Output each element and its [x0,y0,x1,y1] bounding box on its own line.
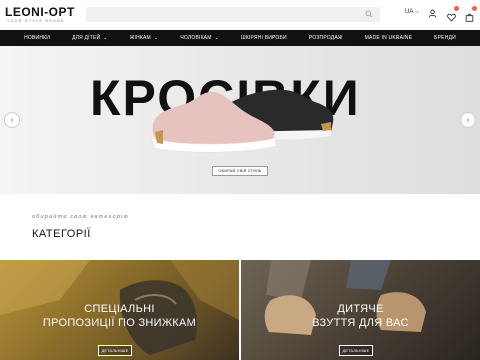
nav-label: ЖІНКАМ [129,35,151,41]
nav-item-brands[interactable]: БРЕНДИ [434,35,456,41]
nav-item-kids[interactable]: ДЛЯ ДІТЕЙ ⌄ [72,35,108,41]
categories-title: КАТЕГОРІЇ [32,228,91,240]
tile-line-2: ПРОПОЗИЦІЇ ПО ЗНИЖКАМ [42,317,197,329]
logo-text: LEONI-OPT [5,5,75,19]
nav-label: РОЗПРОДАЖ [308,35,343,41]
nav-item-leather[interactable]: ШКІРЯНІ ВИРОБИ [241,35,287,41]
nav-label: ЧОЛОВІКАМ [180,35,212,41]
nav-item-women[interactable]: ЖІНКАМ ⌄ [130,35,159,41]
nav-label: БРЕНДИ [434,35,456,41]
hero-cta-button[interactable]: ОБИРАЙ СВІЙ СТИЛЬ [212,166,268,176]
sneakers-image [150,89,334,153]
site-header: LEONI-OPT YOUR STYLE BRAND UA ⌵ [0,0,480,30]
hero-next-button[interactable]: › [460,112,476,128]
tile-line-1: СПЕЦІАЛЬНІ [84,303,155,315]
main-nav: НОВИНКИ ДЛЯ ДІТЕЙ ⌄ ЖІНКАМ ⌄ ЧОЛОВІКАМ ⌄ ШК… [0,30,480,46]
chevron-down-icon: ⌄ [214,35,219,41]
language-label: UA [405,9,414,15]
nav-item-sale[interactable]: РОЗПРОДАЖ [309,35,343,41]
wishlist-button[interactable] [447,6,459,22]
heart-icon [447,13,456,22]
tile-line-1: ДИТЯЧЕ [337,303,384,315]
language-selector[interactable]: UA ⌵ [405,9,419,15]
search-input[interactable] [86,7,380,22]
chevron-left-icon: ‹ [10,116,14,124]
hero-banner: КРОСІВКИ ‹ › ОБИРАЙ СВІЙ СТИЛЬ [0,46,480,194]
hero-prev-button[interactable]: ‹ [4,112,20,128]
search-icon[interactable] [365,10,373,18]
cart-badge [472,6,477,11]
nav-item-new[interactable]: НОВИНКИ [24,35,50,41]
kids-details-button[interactable]: ДЕТАЛЬНІШЕ [339,345,373,356]
nav-label: MADE IN UKRAINE [364,35,413,41]
logo-tagline: YOUR STYLE BRAND [7,19,65,23]
chevron-down-icon: ⌄ [153,35,159,41]
nav-item-made-in-ukraine[interactable]: MADE IN UKRAINE [365,35,412,41]
chevron-down-icon: ⌄ [103,35,108,41]
tile-line-2: ВЗУТТЯ ДЛЯ ВАС [312,317,409,329]
nav-label: ДЛЯ ДІТЕЙ [72,35,101,41]
user-icon[interactable] [428,9,437,18]
chevron-down-icon: ⌵ [415,9,420,15]
logo[interactable]: LEONI-OPT YOUR STYLE BRAND [5,5,77,25]
categories-subtitle: обирайте свою категорію [32,214,129,220]
wishlist-badge [454,6,459,11]
category-tile-kids[interactable]: ДИТЯЧЕ ВЗУТТЯ ДЛЯ ВАС ДЕТАЛЬНІШЕ [241,260,480,360]
nav-label: НОВИНКИ [24,35,51,41]
nav-item-men[interactable]: ЧОЛОВІКАМ ⌄ [180,35,219,41]
category-tile-discounts[interactable]: СПЕЦІАЛЬНІ ПРОПОЗИЦІЇ ПО ЗНИЖКАМ ДЕТАЛЬН… [0,260,239,360]
discounts-details-button[interactable]: ДЕТАЛЬНІШЕ [98,345,132,356]
bag-icon [465,13,474,22]
nav-label: ШКІРЯНІ ВИРОБИ [240,35,287,41]
cart-button[interactable] [465,6,477,22]
chevron-right-icon: › [466,116,470,124]
